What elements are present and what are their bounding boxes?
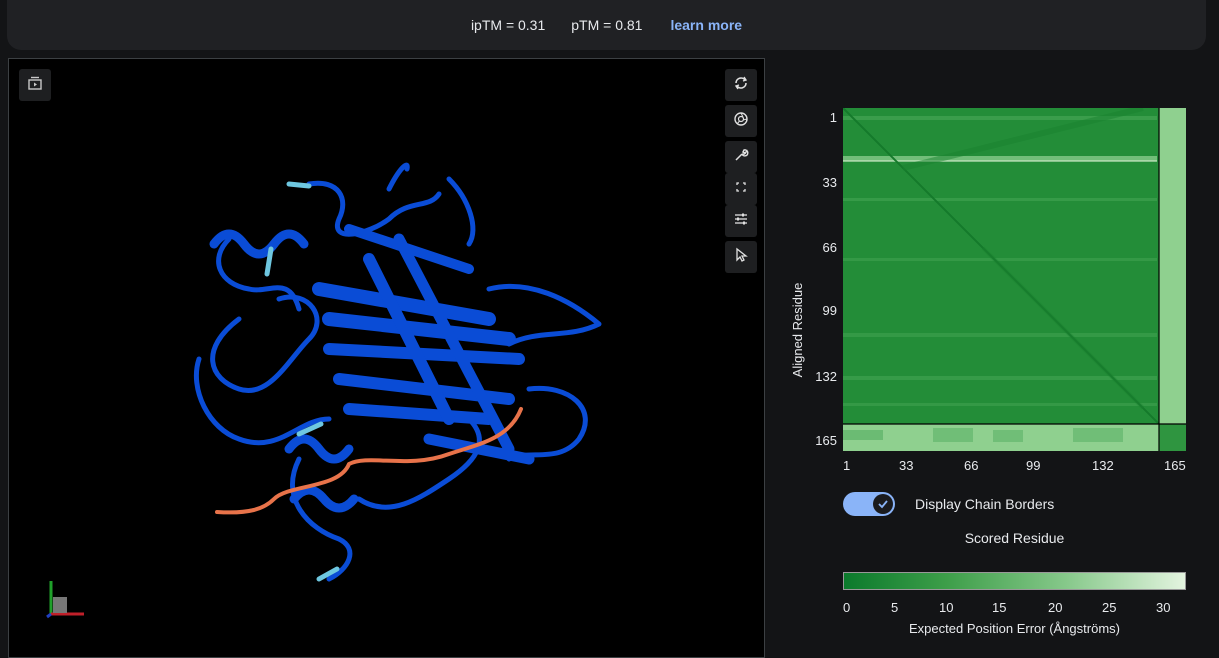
fullscreen-icon	[733, 179, 749, 200]
axis-gizmo	[46, 581, 84, 619]
y-tick: 33	[822, 175, 837, 190]
y-axis-label: Aligned Residue	[790, 282, 805, 378]
x-tick: 132	[1092, 458, 1114, 473]
protein-structure[interactable]	[9, 59, 765, 658]
reset-view-button[interactable]	[725, 69, 757, 101]
pae-panel: Aligned Residue 1 33 66 99 132 165 1 33 …	[780, 100, 1210, 650]
x-axis-label: Scored Residue	[964, 530, 1065, 546]
colorbar-tick: 5	[891, 600, 899, 615]
select-mode-button[interactable]	[725, 241, 757, 273]
fullscreen-button[interactable]	[725, 173, 757, 205]
screenshot-button[interactable]	[725, 105, 757, 137]
sliders-icon	[733, 211, 749, 232]
x-tick: 165	[1164, 458, 1186, 473]
colorbar-title: Expected Position Error (Ångströms)	[909, 621, 1120, 636]
iptm-value: ipTM = 0.31	[470, 17, 546, 33]
chain-borders-toggle[interactable]	[843, 492, 895, 516]
y-tick: 165	[815, 433, 837, 448]
x-tick: 33	[899, 458, 914, 473]
x-tick: 1	[843, 458, 851, 473]
learn-more-link[interactable]: learn more	[670, 17, 742, 33]
y-tick: 99	[822, 303, 837, 318]
pae-heatmap[interactable]	[843, 108, 1186, 451]
confidence-bar: ipTM = 0.31 pTM = 0.81 learn more	[7, 0, 1206, 50]
settings-button[interactable]	[725, 141, 757, 173]
toggle-label: Display Chain Borders	[915, 496, 1055, 512]
pae-colorbar	[843, 572, 1186, 590]
controls-button[interactable]	[725, 205, 757, 237]
check-icon	[873, 494, 893, 514]
y-tick: 1	[829, 110, 837, 125]
x-tick: 66	[964, 458, 979, 473]
cursor-icon	[733, 247, 749, 268]
y-tick: 66	[822, 240, 837, 255]
y-tick: 132	[815, 369, 837, 384]
colorbar-tick: 10	[939, 600, 954, 615]
chain-borders-toggle-row: Display Chain Borders	[843, 492, 1054, 516]
screenshot-icon	[733, 111, 749, 132]
x-tick: 99	[1026, 458, 1041, 473]
colorbar-tick: 20	[1048, 600, 1063, 615]
colorbar-tick: 15	[992, 600, 1007, 615]
colorbar-tick: 0	[843, 600, 851, 615]
animation-icon	[27, 75, 43, 96]
colorbar-tick: 25	[1102, 600, 1117, 615]
structure-viewer[interactable]	[8, 58, 765, 658]
reset-icon	[733, 75, 749, 96]
ptm-value: pTM = 0.81	[571, 17, 643, 33]
animation-button[interactable]	[19, 69, 51, 101]
colorbar-tick: 30	[1156, 600, 1171, 615]
wrench-icon	[733, 147, 749, 168]
